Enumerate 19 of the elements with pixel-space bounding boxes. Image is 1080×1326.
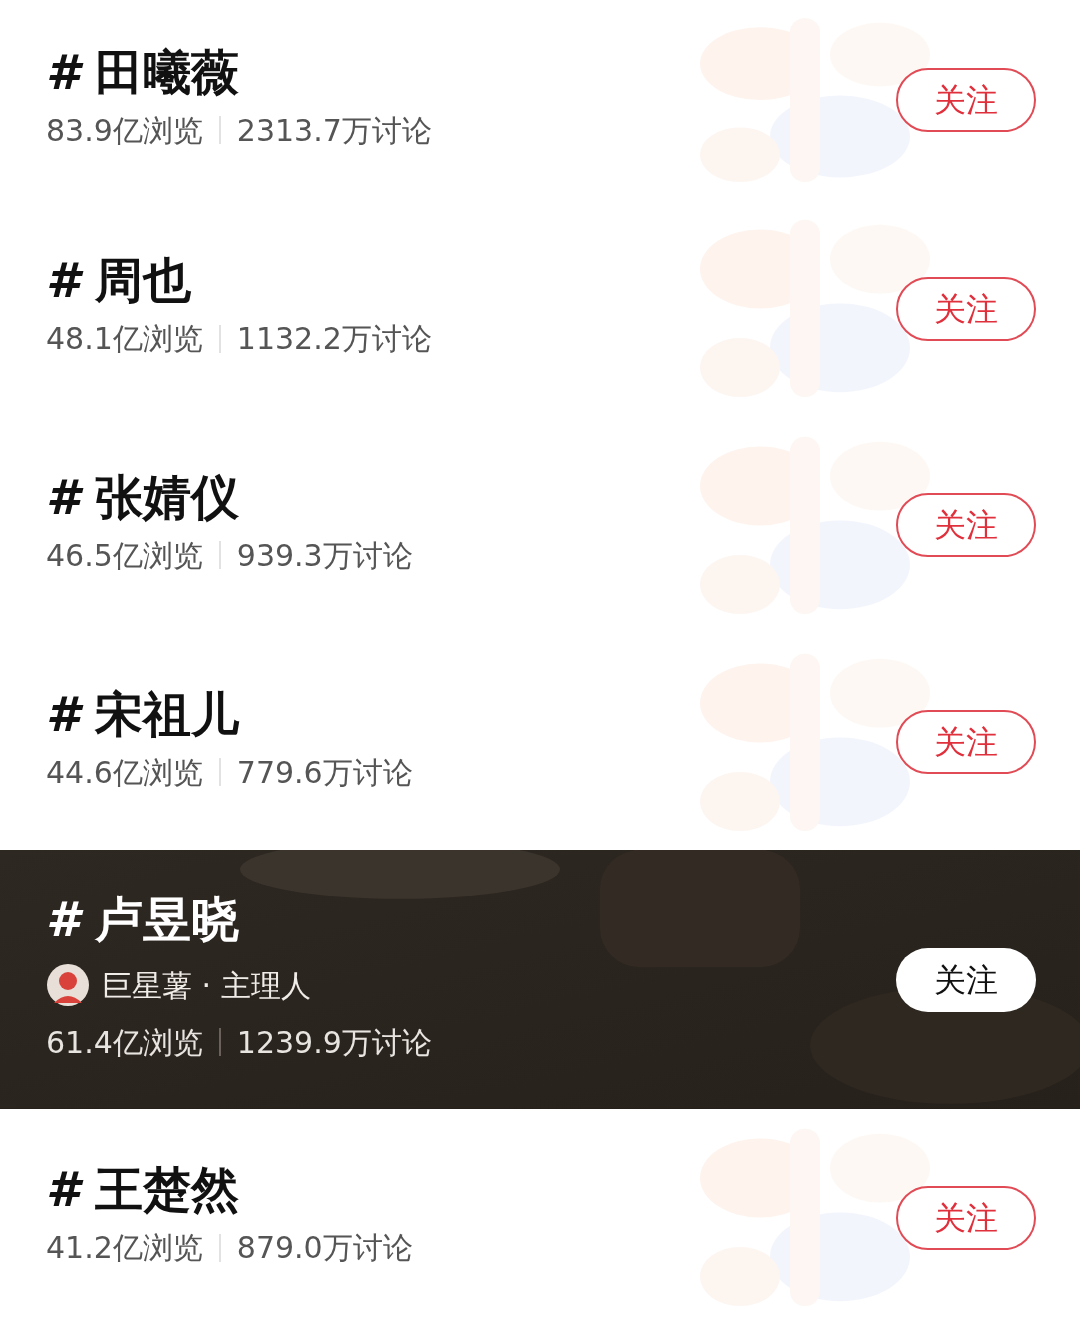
topic-title: 张婧仪 [95, 472, 240, 521]
follow-button[interactable]: 关注 [896, 68, 1036, 133]
follow-button[interactable]: 关注 [896, 276, 1036, 341]
discussion-count: 939.3万讨论 [236, 536, 413, 575]
view-count: 41.2亿浏览 [46, 1229, 203, 1268]
view-count: 48.1亿浏览 [46, 320, 203, 359]
follow-button[interactable]: 关注 [896, 493, 1036, 558]
topic-title: 田曦薇 [95, 47, 240, 96]
view-count: 83.9亿浏览 [46, 111, 203, 150]
view-count: 44.6亿浏览 [46, 753, 203, 792]
discussion-count: 1132.2万讨论 [236, 320, 432, 359]
discussion-count: 879.0万讨论 [236, 1229, 413, 1268]
view-count: 46.5亿浏览 [46, 536, 203, 575]
topic-title: 周也 [95, 256, 192, 305]
topic-title: 宋祖儿 [95, 689, 240, 738]
discussion-count: 779.6万讨论 [236, 753, 413, 792]
discussion-count: 2313.7万讨论 [236, 111, 432, 150]
topic-title: 王楚然 [95, 1165, 240, 1214]
follow-button[interactable]: 关注 [896, 1185, 1036, 1250]
